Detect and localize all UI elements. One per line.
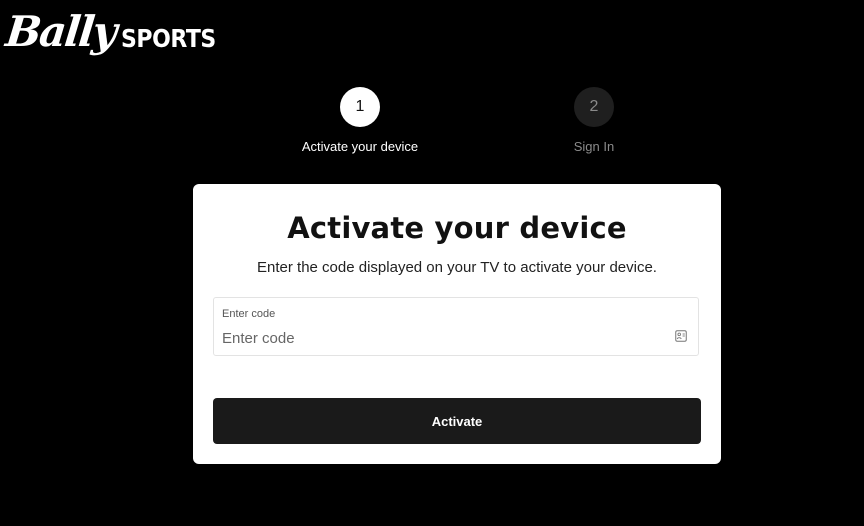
bally-sports-logo[interactable]: Bally SPORTS	[3, 7, 229, 62]
code-field-label: Enter code	[222, 308, 276, 320]
code-field[interactable]: Enter code	[213, 297, 699, 356]
logo-bally-text: Bally	[3, 7, 118, 56]
code-input[interactable]	[222, 328, 662, 348]
card-subtitle: Enter the code displayed on your TV to a…	[257, 259, 657, 276]
autofill-card-icon[interactable]	[675, 330, 687, 342]
step-number-badge: 2	[574, 87, 614, 127]
step-label: Activate your device	[301, 139, 419, 154]
logo-sports-text: SPORTS	[121, 24, 216, 53]
step-activate-device: 1 Activate your device	[280, 87, 440, 155]
activate-button[interactable]: Activate	[213, 398, 701, 444]
step-number-badge: 1	[340, 87, 380, 127]
card-title: Activate your device	[287, 211, 627, 245]
activation-page: Bally SPORTS 1 Activate your device 2 Si…	[0, 0, 864, 526]
activation-card: Activate your device Enter the code disp…	[193, 184, 721, 464]
step-sign-in: 2 Sign In	[514, 87, 674, 155]
step-label: Sign In	[573, 139, 615, 154]
